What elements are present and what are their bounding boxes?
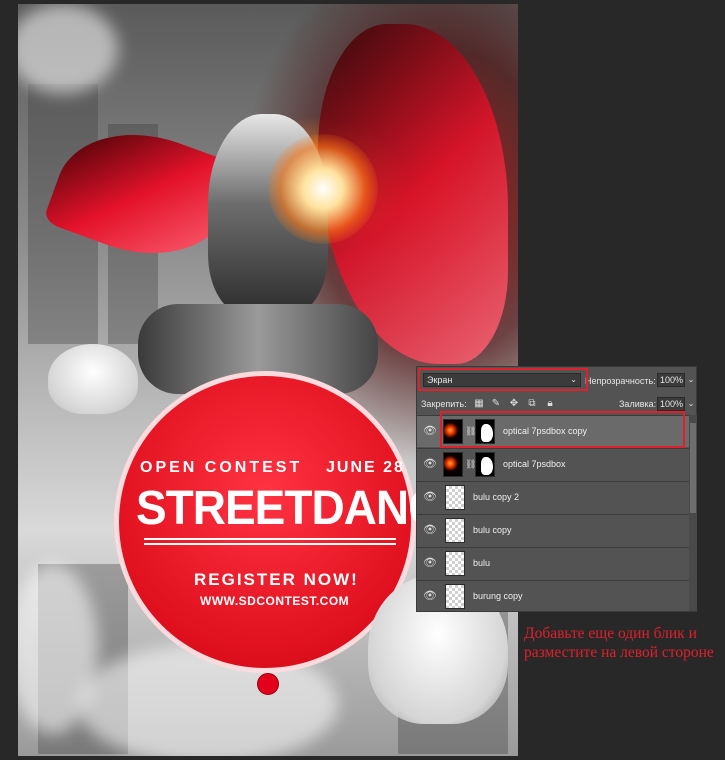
title-rule (144, 543, 396, 545)
layer-thumbnail (445, 518, 465, 543)
lock-artboard-icon[interactable]: ⧉ (526, 398, 538, 410)
highlight-blend-mode (418, 368, 588, 391)
lens-flare (268, 134, 378, 244)
layer-row-optical[interactable]: 👁︎ ⛓︎ optical 7psdbox (417, 448, 689, 480)
opacity-label: Непрозрачность: (585, 376, 656, 386)
lock-position-icon[interactable]: ✥ (508, 398, 520, 410)
chevron-down-icon[interactable]: ⌄ (686, 373, 696, 387)
eye-icon[interactable]: 👁︎ (423, 524, 437, 536)
layer-thumbnail (445, 485, 465, 510)
highlight-selected-layer (440, 411, 685, 448)
layers-panel: Экран ⌄ Непрозрачность: 100% ⌄ Закрепить… (416, 366, 697, 612)
opacity-input[interactable]: 100% (657, 373, 685, 387)
layer-name: bulu copy 2 (473, 492, 520, 502)
fill-label: Заливка: (619, 399, 657, 409)
lock-image-icon[interactable]: ✎ (490, 398, 502, 410)
eye-icon[interactable]: 👁︎ (423, 491, 437, 503)
lock-label: Закрепить: (421, 399, 467, 409)
chevron-down-icon[interactable]: ⌄ (686, 397, 696, 411)
layer-name: optical 7psdbox (503, 459, 566, 469)
dove-left (48, 344, 138, 414)
instruction-text: Добавьте еще один блик и разместите на л… (524, 625, 714, 661)
eye-icon[interactable]: 👁︎ (423, 557, 437, 569)
eye-icon[interactable]: 👁︎ (423, 590, 437, 602)
register-label: REGISTER NOW! (194, 570, 359, 589)
layer-row-burung-copy[interactable]: 👁︎ burung copy (417, 580, 689, 611)
contest-label: OPEN CONTEST (140, 459, 303, 476)
eye-icon[interactable]: 👁︎ (423, 425, 437, 437)
lock-transparency-icon[interactable]: ▦ (473, 398, 485, 410)
layer-row-bulu-copy[interactable]: 👁︎ bulu copy (417, 514, 689, 546)
layer-thumbnail (443, 452, 463, 477)
layer-name: bulu (473, 558, 491, 568)
layer-thumbnail (445, 551, 465, 576)
placement-marker (257, 673, 279, 695)
layer-thumbnail (445, 584, 465, 609)
eye-icon[interactable]: 👁︎ (423, 458, 437, 470)
date-label: JUNE 28 (326, 459, 405, 476)
feather-top-left (18, 4, 118, 94)
layer-name: burung copy (473, 591, 523, 601)
lock-all-icon[interactable]: 🔒︎ (544, 398, 556, 410)
fill-input[interactable]: 100% (657, 397, 685, 411)
layer-row-bulu[interactable]: 👁︎ bulu (417, 547, 689, 579)
layer-name: bulu copy (473, 525, 512, 535)
chain-link-icon[interactable]: ⛓︎ (465, 458, 476, 470)
poster-url: WWW.SDCONTEST.COM (200, 594, 350, 608)
layers-scrollbar[interactable] (689, 415, 697, 611)
layer-row-bulu-copy-2[interactable]: 👁︎ bulu copy 2 (417, 481, 689, 513)
scrollbar-thumb[interactable] (690, 423, 696, 513)
layer-mask-thumbnail[interactable] (475, 452, 495, 477)
title-rule (144, 538, 396, 540)
